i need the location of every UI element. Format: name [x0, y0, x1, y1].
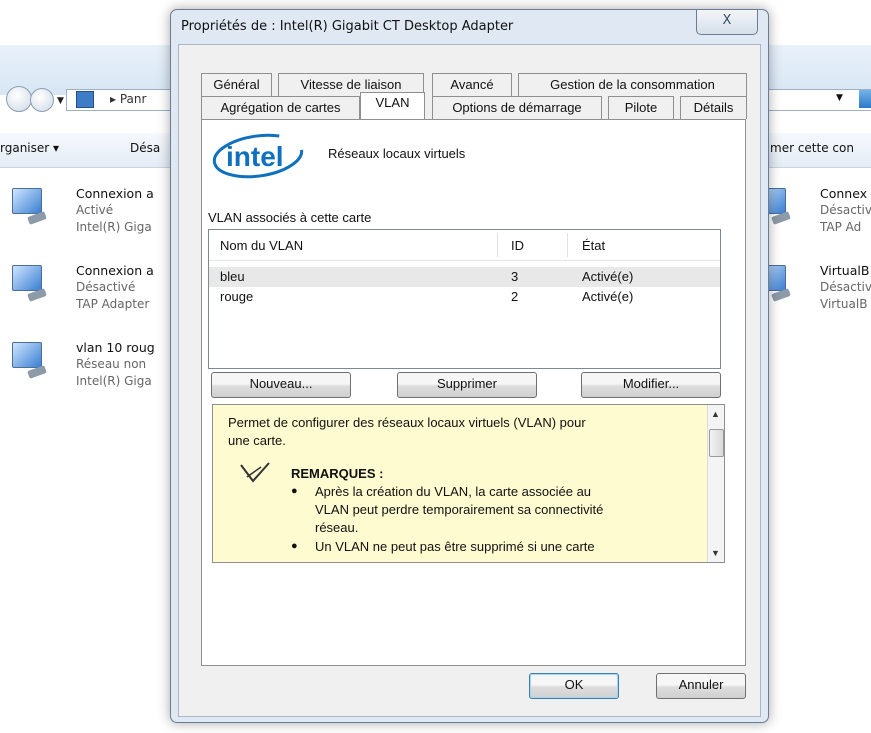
tab-boot-options[interactable]: Options de démarrage — [432, 96, 602, 119]
column-header-id[interactable]: ID — [511, 238, 524, 253]
connection-status: Activé — [76, 203, 114, 217]
back-button[interactable] — [6, 86, 32, 112]
close-button[interactable]: X — [696, 10, 758, 35]
network-adapter-icon — [8, 265, 48, 302]
dialog-title: Propriétés de : Intel(R) Gigabit CT Desk… — [181, 19, 514, 34]
connection-status: Désactivé — [76, 280, 136, 294]
connection-device: Intel(R) Giga — [76, 220, 152, 234]
vlan-id: 3 — [511, 269, 519, 284]
delete-vlan-button[interactable]: Supprimer — [397, 372, 537, 398]
connection-device: TAP Adapter — [76, 297, 150, 311]
connection-status: Désactiv — [820, 280, 871, 294]
vlan-id: 2 — [511, 289, 519, 304]
tab-general[interactable]: Général — [201, 73, 272, 96]
connection-item-4[interactable]: Connex Désactiv TAP Ad — [752, 186, 871, 246]
help-scrollbar[interactable]: ▲ ▼ — [707, 405, 724, 562]
vlan-state: Activé(e) — [582, 289, 634, 304]
vlan-list-label: VLAN associés à cette carte — [208, 210, 372, 225]
help-intro-line2: une carte. — [228, 433, 286, 448]
network-adapter-icon — [8, 188, 48, 225]
disable-command[interactable]: Désa — [130, 141, 160, 155]
remark-2-line1: Un VLAN ne peut pas être supprimé si une… — [315, 539, 595, 554]
organize-menu[interactable]: rganiser ▾ — [0, 141, 59, 155]
history-dropdown-icon[interactable]: ▼ — [57, 96, 64, 106]
vlan-name: rouge — [220, 289, 254, 304]
close-icon: X — [722, 13, 732, 28]
tab-details[interactable]: Détails — [680, 96, 747, 119]
scroll-down-icon[interactable]: ▼ — [711, 548, 720, 558]
connection-device: VirtualB — [820, 297, 868, 311]
tab-vlan[interactable]: VLAN — [360, 92, 425, 119]
remarks-heading: REMARQUES : — [291, 466, 384, 481]
tab-advanced[interactable]: Avancé — [432, 73, 512, 96]
connection-name: Connexion a — [76, 186, 154, 201]
forward-button[interactable] — [30, 88, 54, 112]
column-header-state[interactable]: État — [582, 238, 605, 253]
connection-device: TAP Ad — [820, 220, 862, 234]
bullet-dot: ● — [291, 540, 298, 552]
connection-item-5[interactable]: VirtualB Désactiv VirtualB — [752, 263, 871, 323]
connection-device: Intel(R) Giga — [76, 374, 152, 388]
cancel-button[interactable]: Annuler — [656, 673, 746, 699]
connection-status: Réseau non — [76, 357, 147, 371]
control-panel-icon — [76, 91, 94, 108]
table-row[interactable]: bleu 3 Activé(e) — [209, 267, 720, 287]
column-header-name[interactable]: Nom du VLAN — [220, 238, 303, 253]
table-row[interactable]: rouge 2 Activé(e) — [209, 287, 720, 307]
tab-driver[interactable]: Pilote — [608, 96, 674, 119]
ok-button[interactable]: OK — [529, 673, 619, 699]
address-crumb[interactable]: ▸ Panr — [110, 92, 146, 106]
vlan-name: bleu — [220, 269, 245, 284]
address-bar-right[interactable] — [760, 89, 871, 111]
intel-logo-icon: intel — [212, 133, 304, 179]
scroll-up-icon[interactable]: ▲ — [711, 409, 720, 419]
modify-vlan-button[interactable]: Modifier... — [581, 372, 721, 398]
remark-1-line3: réseau. — [315, 520, 359, 535]
svg-text:intel: intel — [226, 141, 284, 172]
refresh-button[interactable] — [859, 90, 871, 108]
scroll-thumb[interactable] — [709, 429, 724, 457]
connection-name: Connex — [820, 186, 868, 201]
vlan-state: Activé(e) — [582, 269, 634, 284]
network-adapter-icon — [8, 342, 48, 379]
connection-status: Désactiv — [820, 203, 871, 217]
remark-1-line2: VLAN peut perdre temporairement sa conne… — [315, 502, 604, 517]
connection-name: Connexion a — [76, 263, 154, 278]
new-vlan-button[interactable]: Nouveau... — [211, 372, 351, 398]
note-pen-icon — [240, 462, 270, 483]
help-intro-line1: Permet de configurer des réseaux locaux … — [228, 415, 586, 430]
address-dropdown-icon[interactable]: ▼ — [836, 93, 843, 103]
help-text-box: Permet de configurer des réseaux locaux … — [212, 404, 725, 563]
connection-name: VirtualB — [820, 263, 870, 278]
rename-command[interactable]: mer cette con — [770, 141, 854, 155]
panel-title: Réseaux locaux virtuels — [328, 146, 466, 161]
tab-teaming[interactable]: Agrégation de cartes — [201, 96, 360, 119]
remark-1-line1: Après la création du VLAN, la carte asso… — [315, 484, 592, 499]
bullet-dot: ● — [291, 485, 298, 497]
tab-power-management[interactable]: Gestion de la consommation — [518, 73, 747, 96]
vlan-list-header: Nom du VLAN ID État — [209, 230, 720, 261]
connection-name: vlan 10 roug — [76, 340, 155, 355]
vlan-list[interactable]: Nom du VLAN ID État bleu 3 Activé(e) rou… — [208, 229, 721, 369]
